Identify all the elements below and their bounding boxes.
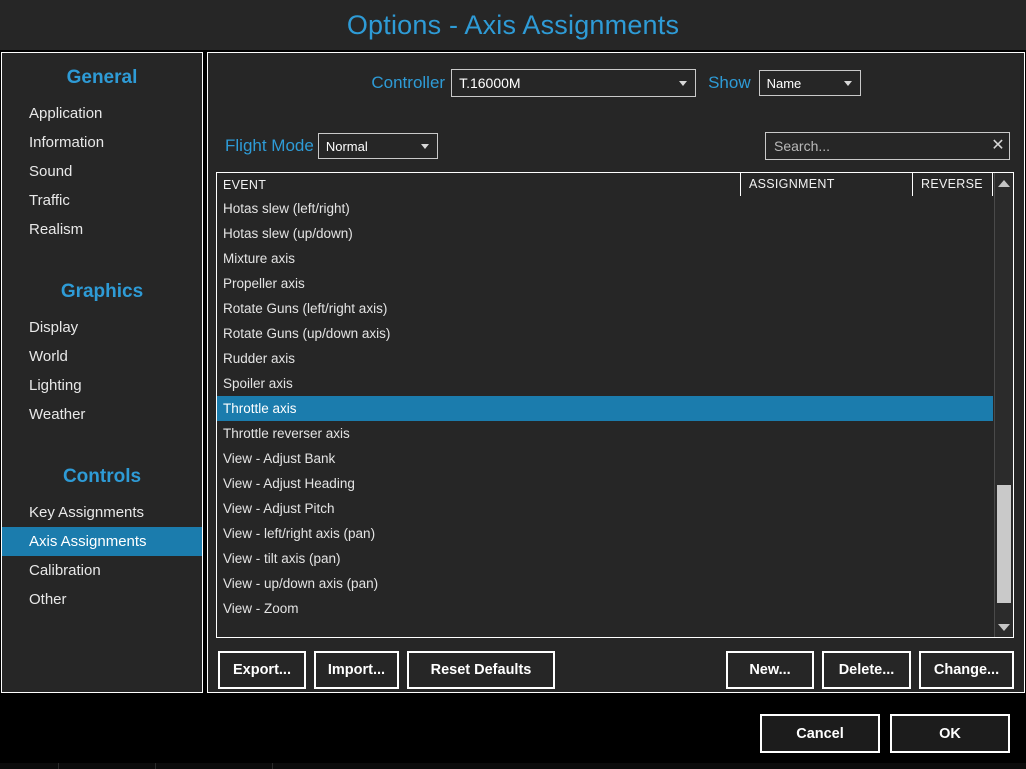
chevron-down-icon xyxy=(679,81,688,86)
controller-value: T.16000M xyxy=(459,75,521,91)
triangle-up-icon xyxy=(998,179,1010,187)
table-row[interactable]: Hotas slew (left/right) xyxy=(217,196,993,221)
controller-label: Controller xyxy=(371,73,446,92)
table-row[interactable]: Mixture axis xyxy=(217,246,993,271)
delete-button[interactable]: Delete... xyxy=(822,651,911,689)
table-row[interactable]: Throttle reverser axis xyxy=(217,421,993,446)
table-row[interactable]: Hotas slew (up/down) xyxy=(217,221,993,246)
table-row[interactable]: Propeller axis xyxy=(217,271,993,296)
sidebar-item-other[interactable]: Other xyxy=(2,585,202,614)
column-header-reverse[interactable]: REVERSE xyxy=(912,173,992,196)
scrollbar-thumb[interactable] xyxy=(997,485,1011,603)
new-button[interactable]: New... xyxy=(726,651,814,689)
triangle-down-icon xyxy=(998,623,1010,631)
sidebar-item-display[interactable]: Display xyxy=(2,313,202,342)
sidebar-item-weather[interactable]: Weather xyxy=(2,400,202,429)
list-header: EVENT ASSIGNMENT REVERSE xyxy=(217,173,1013,196)
flight-mode-label: Flight Mode xyxy=(225,136,314,155)
controller-dropdown[interactable]: T.16000M xyxy=(451,69,697,97)
sidebar-item-lighting[interactable]: Lighting xyxy=(2,371,202,400)
change-button[interactable]: Change... xyxy=(919,651,1014,689)
chevron-down-icon xyxy=(420,144,429,149)
sidebar-group-title: Controls xyxy=(62,466,142,487)
export-button[interactable]: Export... xyxy=(218,651,306,689)
flight-mode-group: Flight Mode Normal xyxy=(225,133,438,159)
window-titlebar: Options - Axis Assignments xyxy=(0,0,1026,50)
page-title: Options - Axis Assignments xyxy=(346,9,680,40)
search-input[interactable] xyxy=(766,137,987,155)
reset-defaults-button[interactable]: Reset Defaults xyxy=(407,651,555,689)
list-body: Hotas slew (left/right) Hotas slew (up/do… xyxy=(217,196,993,637)
assignments-list-panel: EVENT ASSIGNMENT REVERSE Hotas slew (lef… xyxy=(216,172,1014,638)
sidebar-item-calibration[interactable]: Calibration xyxy=(2,556,202,585)
show-value: Name xyxy=(766,75,802,91)
import-button[interactable]: Import... xyxy=(314,651,399,689)
sidebar: General Application Information Sound Traffi… xyxy=(1,52,203,693)
flight-mode-row: Flight Mode Normal ✕ xyxy=(208,132,1024,161)
table-row[interactable]: View - Adjust Pitch xyxy=(217,496,993,521)
show-dropdown[interactable]: Name xyxy=(758,70,861,96)
table-row[interactable]: View - left/right axis (pan) xyxy=(217,521,993,546)
flight-mode-dropdown[interactable]: Normal xyxy=(317,133,438,159)
table-row[interactable]: View - tilt axis (pan) xyxy=(217,546,993,571)
scroll-up-button[interactable] xyxy=(995,174,1013,192)
right-actions: New... Delete... Change... xyxy=(726,651,1014,689)
sidebar-group-title: General xyxy=(66,67,138,88)
table-row[interactable]: Rotate Guns (left/right axis) xyxy=(217,296,993,321)
table-row[interactable]: View - Adjust Bank xyxy=(217,446,993,471)
controller-row: Controller T.16000M Show Name xyxy=(208,69,1024,97)
clear-search-icon[interactable]: ✕ xyxy=(987,133,1009,159)
sidebar-group-spacer xyxy=(2,244,202,267)
dialog-footer: Cancel OK xyxy=(0,693,1026,763)
options-dialog: Options - Axis Assignments General Applic… xyxy=(0,0,1026,769)
table-row[interactable]: Spoiler axis xyxy=(217,371,993,396)
column-header-assignment[interactable]: ASSIGNMENT xyxy=(740,173,912,196)
table-row[interactable]: View - Adjust Heading xyxy=(217,471,993,496)
sidebar-item-information[interactable]: Information xyxy=(2,128,202,157)
chevron-down-icon xyxy=(843,81,852,86)
table-row[interactable]: Rudder axis xyxy=(217,346,993,371)
cancel-button[interactable]: Cancel xyxy=(760,714,880,753)
table-row[interactable]: Rotate Guns (up/down axis) xyxy=(217,321,993,346)
table-row[interactable]: Throttle axis xyxy=(217,396,993,421)
column-header-event[interactable]: EVENT xyxy=(217,178,740,192)
sidebar-item-sound[interactable]: Sound xyxy=(2,157,202,186)
left-actions: Export... Import... Reset Defaults xyxy=(218,651,555,689)
show-label: Show xyxy=(708,73,751,92)
sidebar-group-spacer xyxy=(2,429,202,452)
flight-mode-value: Normal xyxy=(325,138,368,154)
sidebar-item-axis-assignments[interactable]: Axis Assignments xyxy=(2,527,202,556)
screen-bottom-strip xyxy=(0,763,1026,769)
sidebar-item-traffic[interactable]: Traffic xyxy=(2,186,202,215)
content-panel: Controller T.16000M Show Name Flight Mod… xyxy=(207,52,1025,693)
table-row[interactable]: View - Zoom xyxy=(217,596,993,621)
search-box: ✕ xyxy=(765,132,1010,160)
scroll-down-button[interactable] xyxy=(995,618,1013,636)
ok-button[interactable]: OK xyxy=(890,714,1010,753)
sidebar-item-key-assignments[interactable]: Key Assignments xyxy=(2,498,202,527)
sidebar-item-realism[interactable]: Realism xyxy=(2,215,202,244)
sidebar-group-title: Graphics xyxy=(60,281,144,302)
list-scrollbar[interactable] xyxy=(994,173,1013,637)
sidebar-item-application[interactable]: Application xyxy=(2,99,202,128)
table-row[interactable]: View - up/down axis (pan) xyxy=(217,571,993,596)
sidebar-item-world[interactable]: World xyxy=(2,342,202,371)
